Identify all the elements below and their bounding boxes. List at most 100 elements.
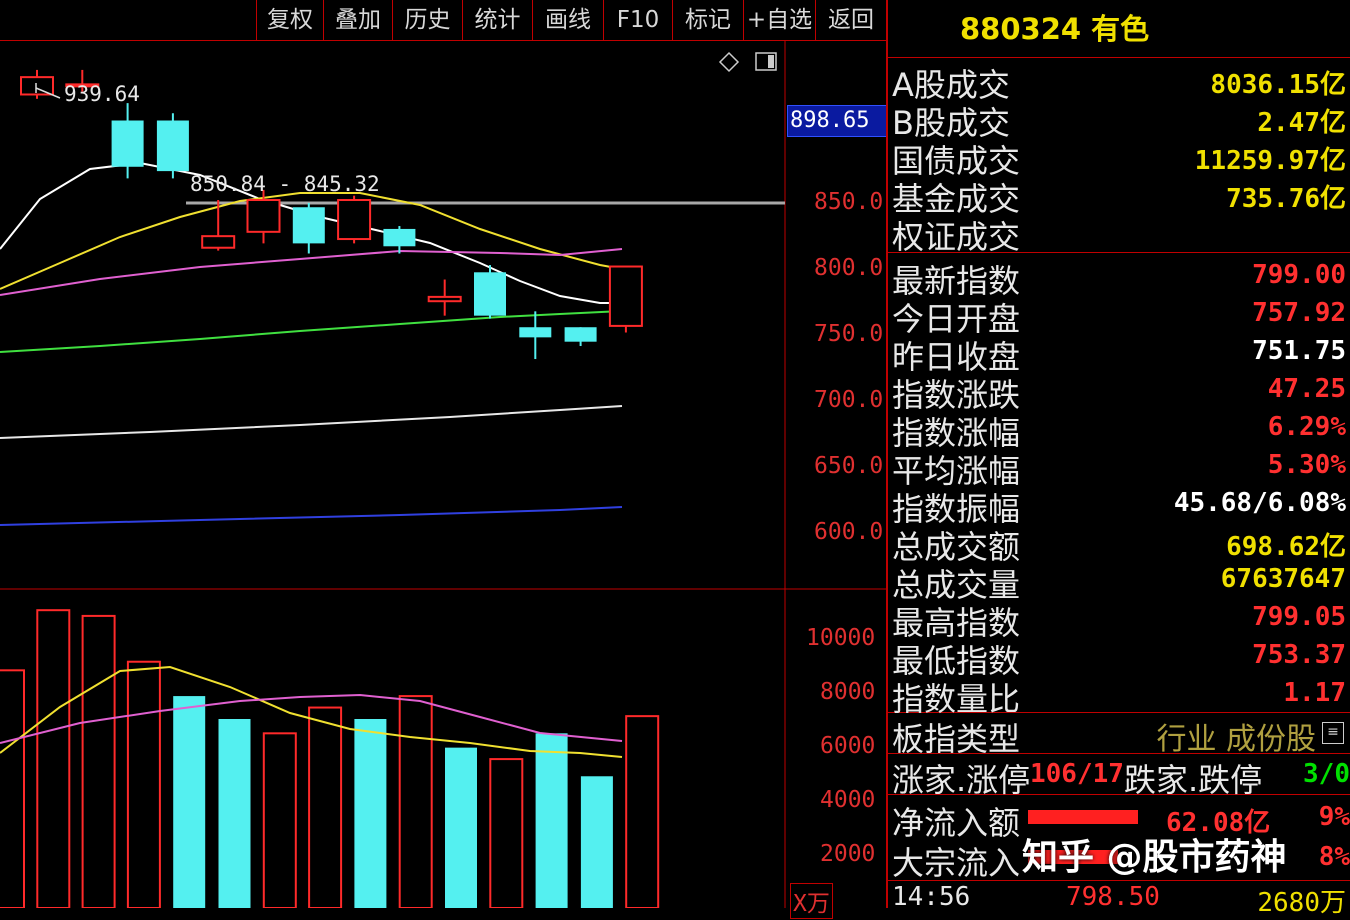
- candle-body: [337, 199, 372, 241]
- quote-row-value: 751.75: [1252, 336, 1346, 366]
- chart-toolbar: 复权 叠加 历史 统计 画线 F10 标记 +自选 返回: [0, 0, 886, 41]
- quote-row-value: 753.37: [1252, 640, 1346, 670]
- volume-bar: [580, 776, 613, 908]
- diamond-icon[interactable]: [718, 51, 740, 73]
- volume-bar: [535, 733, 568, 908]
- ma20-line: [0, 248, 623, 296]
- quote-row-value: 698.62亿: [1226, 532, 1346, 562]
- volume-bar: [308, 706, 343, 908]
- candle-body: [383, 228, 416, 247]
- breadth-row: 涨家.涨停 106/17 跌家.跌停 3/0: [890, 755, 1350, 799]
- quote-row-value: 45.68/6.08%: [1173, 488, 1346, 518]
- net-flow-pct: 9%: [1318, 802, 1350, 832]
- tick-row: 14:56 798.50 2680万: [890, 882, 1346, 920]
- restore-rights-button[interactable]: 复权: [256, 0, 323, 40]
- quote-row-value: 67637647: [1220, 564, 1346, 594]
- price-axis-label: 850.0: [814, 189, 884, 215]
- quote-row: 指数振幅 45.68/6.08%: [890, 484, 1346, 528]
- quote-row: A股成交 8036.15亿: [890, 60, 1346, 104]
- sector-type-row: 板指类型 行业 成份股 ≡: [890, 714, 1346, 758]
- quote-row: 指数涨幅 6.29%: [890, 408, 1346, 452]
- kline-chart[interactable]: 939.64 850.84 - 845.32: [0, 41, 886, 908]
- price-axis-label: 600.0: [814, 519, 884, 545]
- quote-row-value: 757.92: [1252, 298, 1346, 328]
- watermark: 知乎 @股市药神: [1022, 837, 1287, 878]
- volume-bar: [126, 660, 161, 908]
- candle-body: [20, 76, 54, 96]
- volume-axis-label: 4000: [820, 787, 876, 813]
- quote-row: 昨日收盘 751.75: [890, 332, 1346, 376]
- tick-volume: 2680万: [1257, 888, 1346, 918]
- quote-row: 指数量比 1.17: [890, 674, 1346, 718]
- volume-bar: [0, 669, 25, 908]
- candle-body: [608, 265, 643, 327]
- history-button[interactable]: 历史: [392, 0, 462, 40]
- current-price-value: 898.65: [790, 108, 870, 133]
- overlay-button[interactable]: 叠加: [323, 0, 392, 40]
- candle-body: [474, 272, 506, 316]
- block-flow-label: 大宗流入: [892, 844, 1021, 882]
- candle-body: [427, 295, 462, 303]
- quote-row-value: 5.30%: [1267, 450, 1346, 480]
- volume-bar: [173, 696, 206, 908]
- panel-toggle-icon[interactable]: [755, 52, 777, 71]
- quote-row: 总成交量 67637647: [890, 560, 1346, 604]
- quote-row: 最新指数 799.00: [890, 256, 1346, 300]
- sector-type-value: 行业 成份股: [1156, 722, 1316, 757]
- back-button[interactable]: 返回: [815, 0, 886, 40]
- volume-axis-label: 2000: [820, 841, 876, 867]
- quote-row-value: 47.25: [1267, 374, 1346, 404]
- up-count-label: 涨家.涨停: [892, 761, 1031, 799]
- index-title: 880324 有色: [960, 12, 1150, 46]
- statistics-button[interactable]: 统计: [462, 0, 532, 40]
- block-flow-pct: 8%: [1318, 842, 1350, 872]
- quote-row-value: 735.76亿: [1226, 184, 1346, 214]
- volume-bar: [398, 695, 433, 908]
- range-label: 850.84 - 845.32: [190, 172, 380, 196]
- candle-body: [156, 120, 189, 172]
- volume-bar: [445, 747, 477, 908]
- quote-row: 平均涨幅 5.30%: [890, 446, 1346, 490]
- add-watchlist-button[interactable]: +自选: [743, 0, 815, 40]
- quote-row: 指数涨跌 47.25: [890, 370, 1346, 414]
- list-icon[interactable]: ≡: [1322, 722, 1344, 744]
- quote-row: 最高指数 799.05: [890, 598, 1346, 642]
- volume-bar: [262, 732, 297, 908]
- quote-row: 最低指数 753.37: [890, 636, 1346, 680]
- candle-body: [292, 207, 325, 244]
- net-flow-bar: [1028, 810, 1138, 824]
- panel-divider: [888, 57, 1350, 58]
- down-count-value: 3/0: [1303, 759, 1350, 789]
- ma60-line: [0, 405, 623, 439]
- quote-row: 权证成交: [890, 212, 1346, 256]
- volume-bar: [354, 719, 387, 908]
- down-count-label: 跌家.跌停: [1124, 761, 1263, 799]
- price-axis-label: 800.0: [814, 255, 884, 281]
- quote-row-value: 1.17: [1283, 678, 1346, 708]
- f10-button[interactable]: F10: [603, 0, 672, 40]
- price-axis-label: 750.0: [814, 321, 884, 347]
- volume-unit-label: X万: [790, 883, 833, 919]
- volume-axis-label: 6000: [820, 733, 876, 759]
- mark-button[interactable]: 标记: [672, 0, 743, 40]
- quote-row: 总成交额 698.62亿: [890, 522, 1346, 566]
- volume-bar: [625, 715, 660, 908]
- quote-row-value: 799.00: [1252, 260, 1346, 290]
- price-axis-label: 650.0: [814, 453, 884, 479]
- volume-axis-label: 10000: [806, 625, 876, 651]
- candle-body: [201, 235, 236, 249]
- high-marker-label: 939.64: [64, 82, 140, 106]
- kline-chart-area[interactable]: 939.64 850.84 - 845.32 898.65 850.0 800.…: [0, 41, 887, 919]
- quote-row-value: 2.47亿: [1257, 108, 1346, 138]
- candle-body: [519, 327, 552, 338]
- quote-row-value: 11259.97亿: [1194, 146, 1346, 176]
- up-count-value: 106/17: [1030, 759, 1124, 789]
- ma120-line: [0, 506, 623, 526]
- volume-bar: [489, 758, 524, 908]
- draw-line-button[interactable]: 画线: [532, 0, 603, 40]
- candle-body: [111, 120, 144, 167]
- quote-row-value: 6.29%: [1267, 412, 1346, 442]
- quote-row-label: 权证成交: [892, 218, 1021, 256]
- volume-bar: [218, 719, 251, 908]
- quote-row: B股成交 2.47亿: [890, 98, 1346, 142]
